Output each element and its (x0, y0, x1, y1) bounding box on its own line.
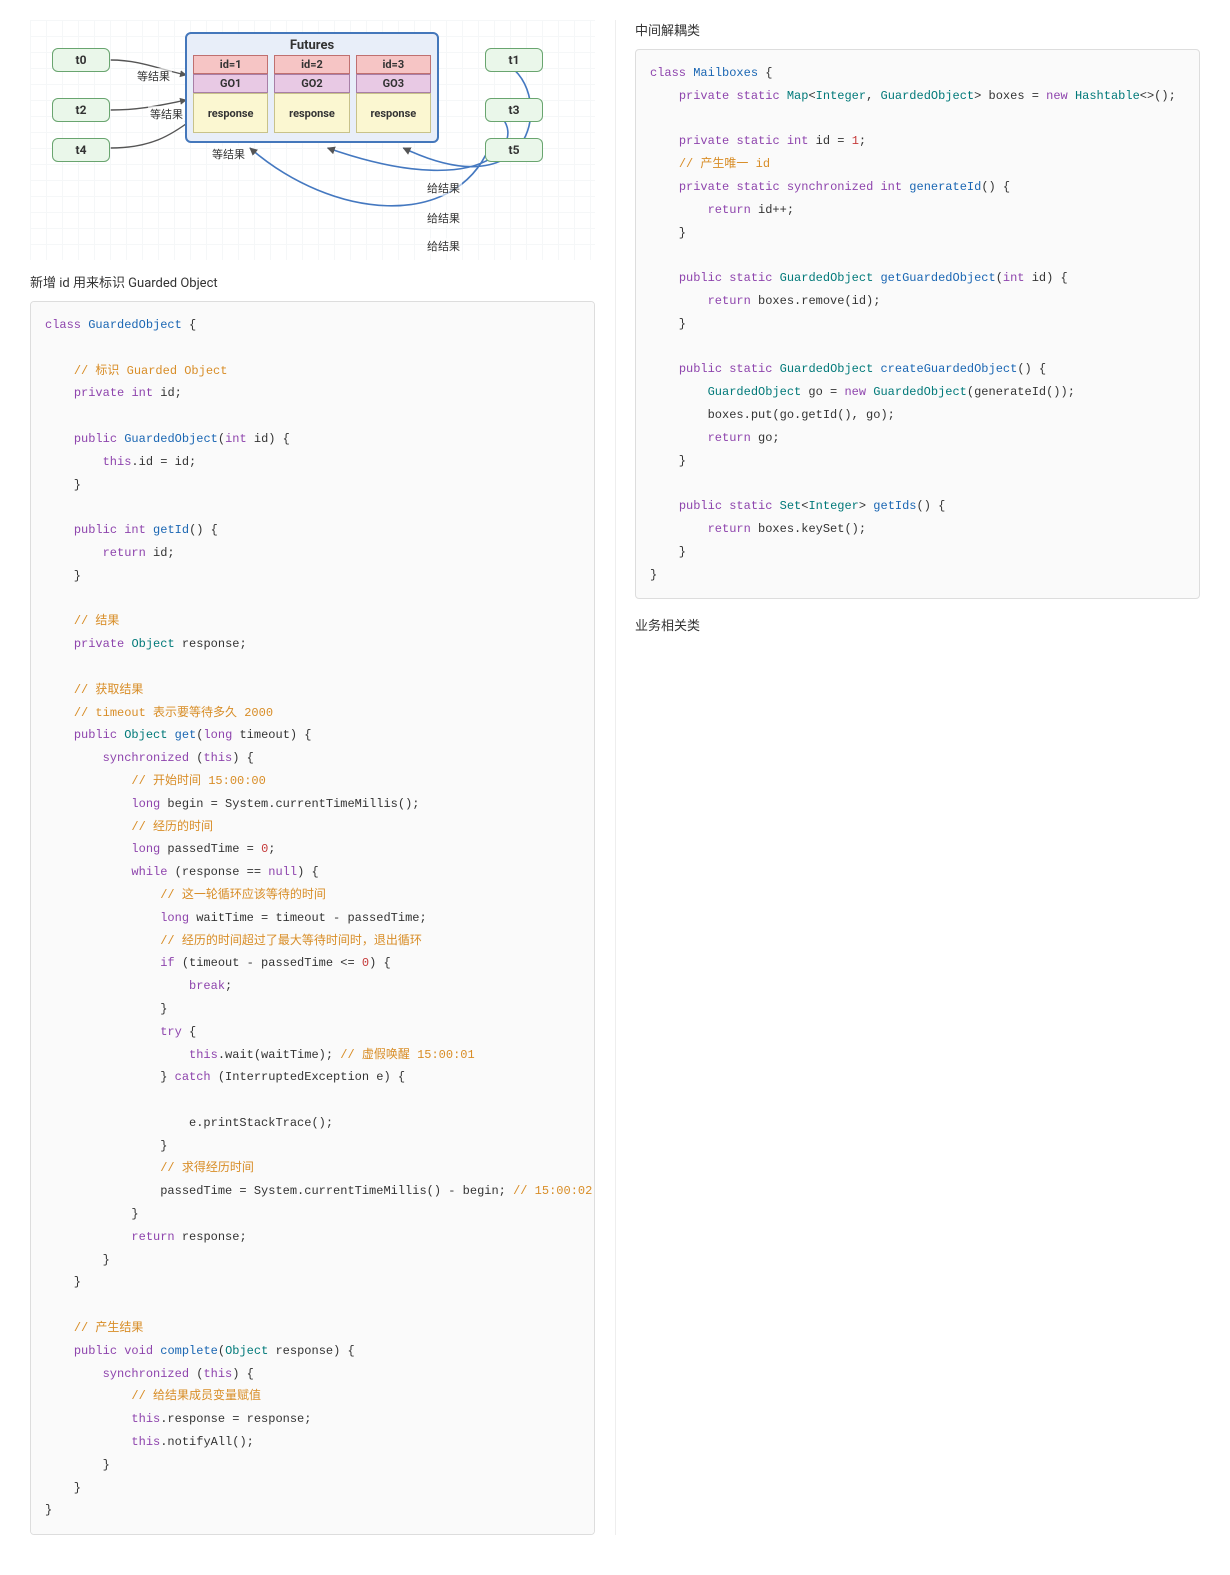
thread-t2: t2 (52, 98, 110, 122)
wait-label-3: 等结果 (210, 146, 247, 162)
futures-title: Futures (193, 38, 431, 53)
slot-go-1: GO1 (193, 74, 268, 93)
code-block-mailboxes: class Mailboxes { private static Map<Int… (635, 49, 1200, 599)
wait-label-2: 等结果 (148, 106, 185, 122)
paragraph-business: 业务相关类 (635, 615, 1200, 634)
slot-go-2: GO2 (274, 74, 349, 93)
futures-box: Futures id=1 id=2 id=3 GO1 GO2 GO3 respo… (185, 32, 439, 143)
slot-id-2: id=2 (274, 55, 349, 74)
paragraph-decouple: 中间解耦类 (635, 20, 1200, 39)
slot-resp-2: response (274, 93, 349, 133)
give-label-1: 给结果 (425, 180, 462, 196)
code-block-guarded-object: class GuardedObject { // 标识 Guarded Obje… (30, 301, 595, 1535)
slot-resp-3: response (356, 93, 431, 133)
slot-id-3: id=3 (356, 55, 431, 74)
futures-diagram: t0 t2 t4 t1 t3 t5 等结果 等结果 等结果 给结果 给结果 给结… (30, 20, 595, 260)
slot-id-1: id=1 (193, 55, 268, 74)
give-label-3: 给结果 (425, 238, 462, 254)
slot-go-3: GO3 (356, 74, 431, 93)
thread-t4: t4 (52, 138, 110, 162)
thread-t3: t3 (485, 98, 543, 122)
give-label-2: 给结果 (425, 210, 462, 226)
thread-t5: t5 (485, 138, 543, 162)
slot-resp-1: response (193, 93, 268, 133)
thread-t0: t0 (52, 48, 110, 72)
paragraph-new-id: 新增 id 用来标识 Guarded Object (30, 272, 595, 291)
wait-label-1: 等结果 (135, 68, 172, 84)
thread-t1: t1 (485, 48, 543, 72)
